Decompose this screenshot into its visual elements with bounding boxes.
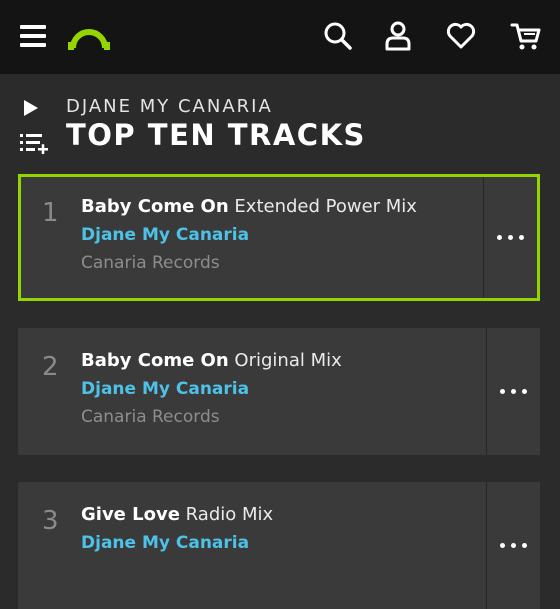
- cart-icon[interactable]: [510, 20, 542, 52]
- add-to-queue-icon[interactable]: [20, 132, 50, 154]
- track-name[interactable]: Baby Come On Extended Power Mix: [81, 196, 417, 217]
- track-row[interactable]: 3 Give Love Radio Mix Djane My Canaria: [18, 482, 540, 609]
- beatport-logo[interactable]: [66, 20, 112, 52]
- track-title: Baby Come On: [81, 350, 229, 371]
- track-mix: Extended Power Mix: [234, 196, 417, 217]
- chart-header: DJANE MY CANARIA TOP TEN TRACKS: [0, 74, 560, 174]
- track-artist[interactable]: Djane My Canaria: [81, 379, 249, 399]
- track-title: Give Love: [81, 504, 180, 525]
- track-title: Baby Come On: [81, 196, 229, 217]
- track-number: 3: [42, 506, 59, 536]
- track-row[interactable]: 1 Baby Come On Extended Power Mix Djane …: [18, 174, 540, 301]
- track-artist[interactable]: Djane My Canaria: [81, 533, 249, 553]
- track-label[interactable]: Canaria Records: [81, 253, 220, 273]
- track-mix: Original Mix: [234, 350, 342, 371]
- track-label[interactable]: Canaria Records: [81, 407, 220, 427]
- play-icon[interactable]: [22, 98, 40, 118]
- menu-icon[interactable]: [18, 20, 50, 52]
- chart-artist[interactable]: DJANE MY CANARIA: [66, 96, 273, 117]
- track-number: 2: [42, 352, 59, 382]
- more-options-button[interactable]: [483, 177, 537, 298]
- chart-title: TOP TEN TRACKS: [66, 118, 366, 152]
- heart-icon[interactable]: [445, 20, 477, 52]
- more-icon: [500, 389, 527, 394]
- top-navigation-bar: [0, 0, 560, 74]
- more-icon: [500, 543, 527, 548]
- search-icon[interactable]: [322, 20, 354, 52]
- track-row[interactable]: 2 Baby Come On Original Mix Djane My Can…: [18, 328, 540, 455]
- track-mix: Radio Mix: [185, 504, 274, 525]
- more-options-button[interactable]: [486, 328, 540, 455]
- track-name[interactable]: Baby Come On Original Mix: [81, 350, 342, 371]
- more-icon: [497, 235, 524, 240]
- track-number: 1: [42, 198, 59, 228]
- more-options-button[interactable]: [486, 482, 540, 609]
- track-name[interactable]: Give Love Radio Mix: [81, 504, 273, 525]
- account-icon[interactable]: [382, 20, 414, 52]
- track-artist[interactable]: Djane My Canaria: [81, 225, 249, 245]
